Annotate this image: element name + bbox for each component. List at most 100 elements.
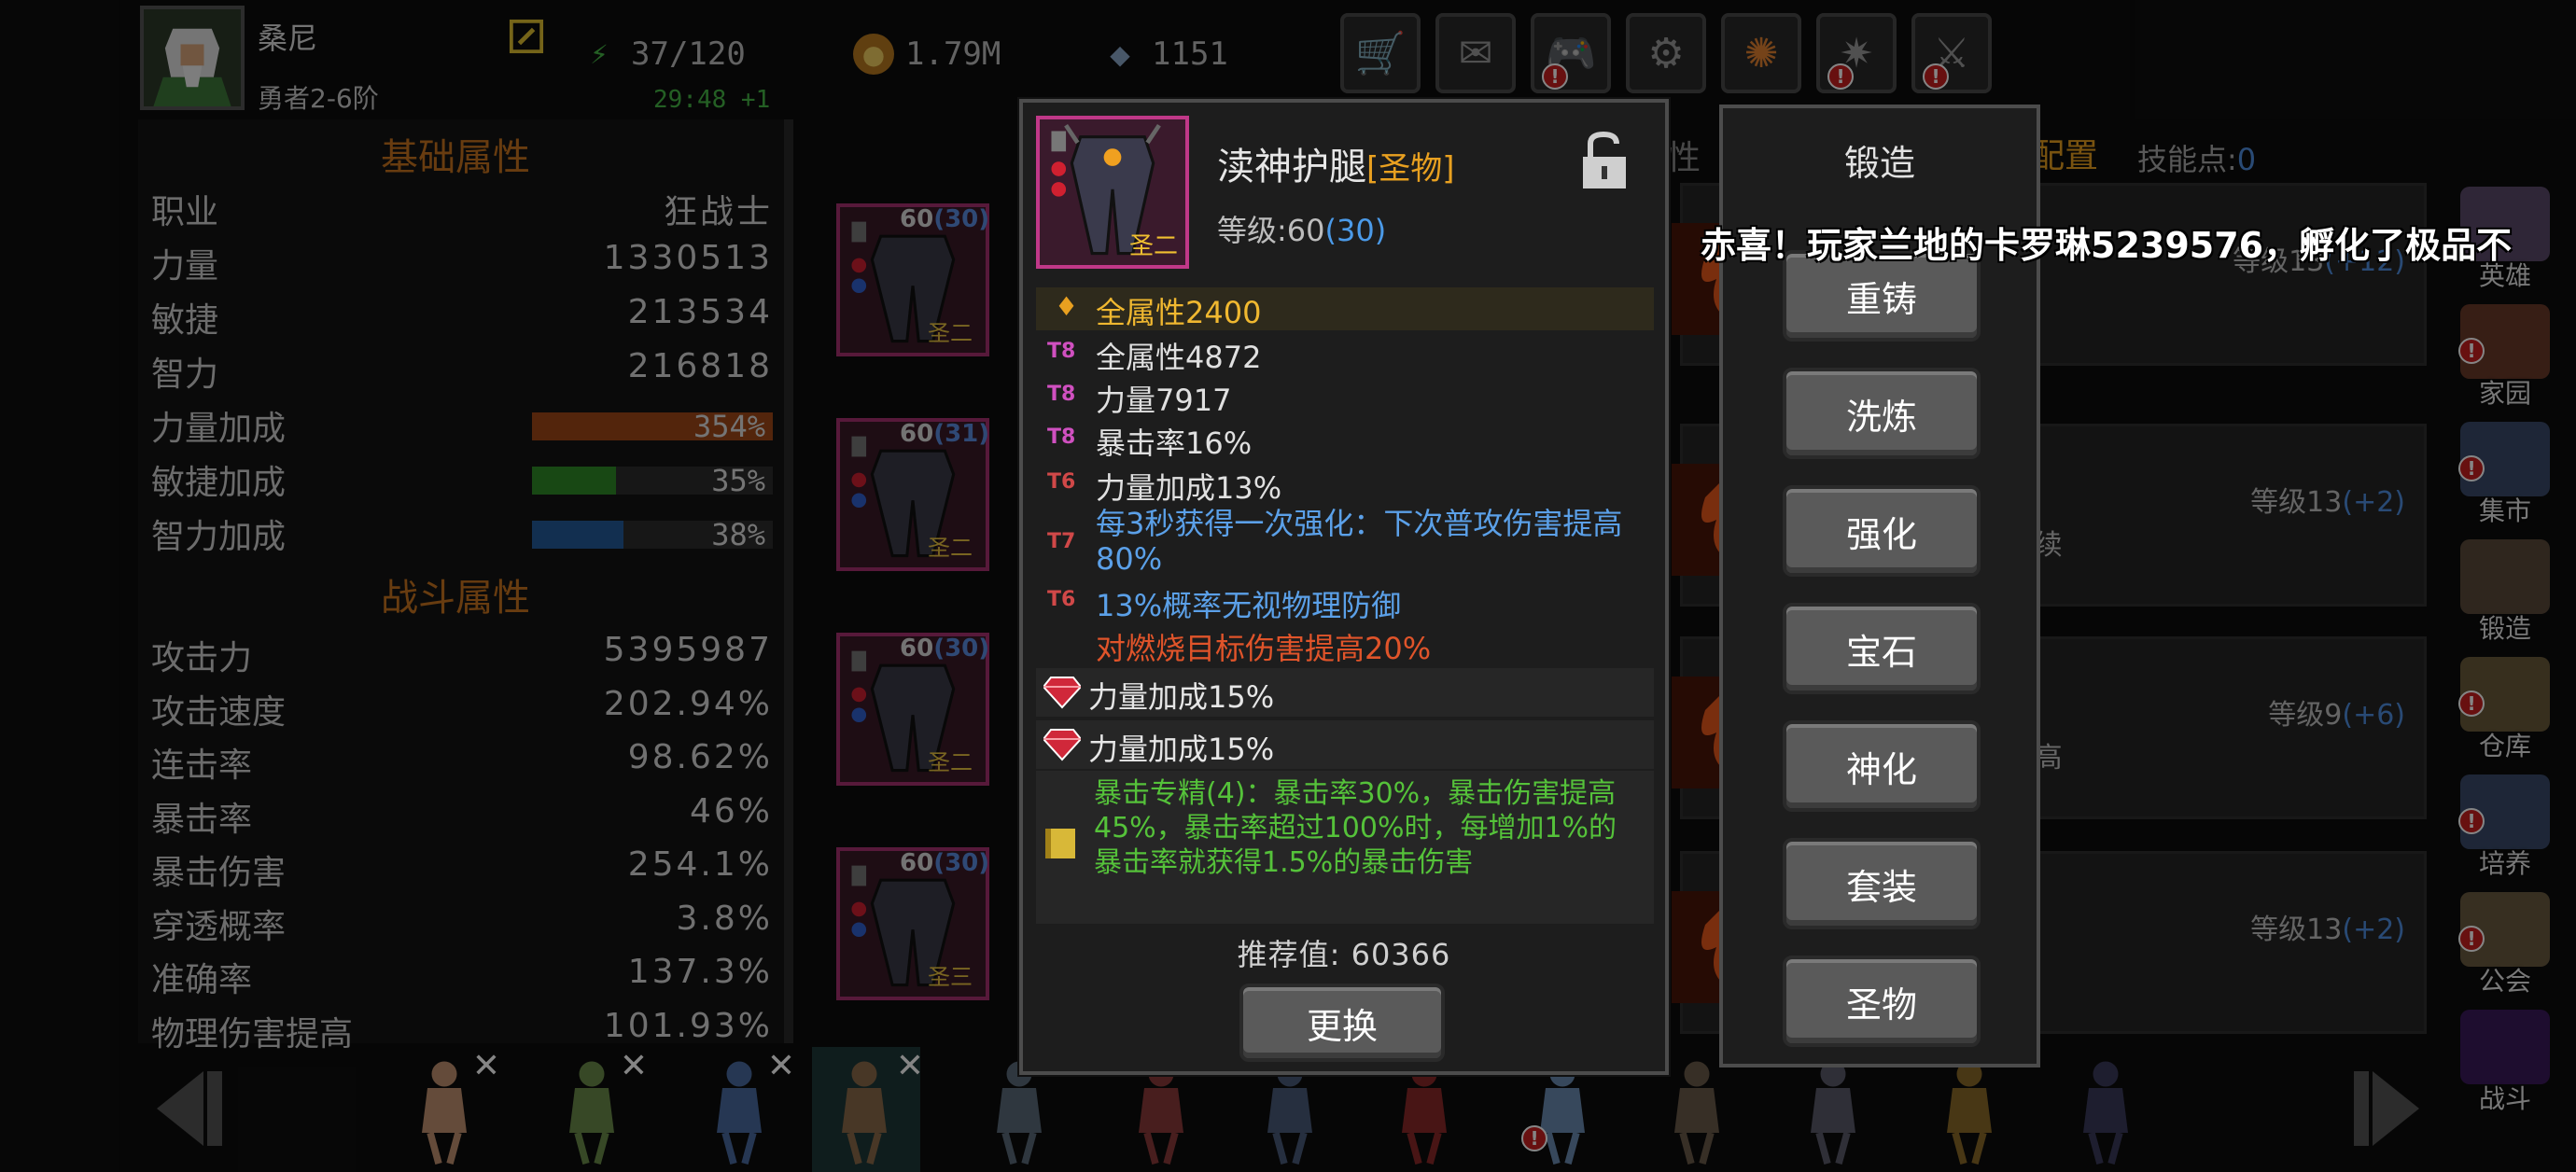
edit-name-icon[interactable]	[509, 19, 544, 54]
forge-deify-button[interactable]: 神化	[1783, 720, 1981, 812]
item-level-label: 等级:	[1217, 213, 1287, 248]
hero-portrait[interactable]	[2053, 1047, 2158, 1172]
cart-icon: 🛒	[1354, 30, 1407, 77]
equipment-slot[interactable]: 60(30) 圣三	[836, 847, 989, 1000]
tab-attributes[interactable]: 性	[1667, 131, 1701, 179]
forge-refine-button[interactable]: 洗炼	[1783, 368, 1981, 459]
stat-value: 狂战士	[663, 193, 773, 231]
combat-stat-value: 46%	[689, 791, 773, 830]
battle-button[interactable]: ⚔!	[1911, 13, 1992, 93]
item-base-level: (30)	[1324, 213, 1387, 248]
settings-button[interactable]: ⚙	[1626, 13, 1706, 93]
combat-stat-label: 穿透概率	[151, 907, 287, 946]
affix-text: 力量7917	[1096, 383, 1232, 418]
lightning-icon: ⚡	[590, 38, 609, 70]
skill-level: 等级9(+6)	[2268, 691, 2405, 732]
gamepad-button[interactable]: 🎮!	[1531, 13, 1611, 93]
affix-tier: T7	[1047, 530, 1076, 553]
bonus-value: 354%	[693, 409, 765, 444]
remove-icon[interactable]: ✕	[896, 1047, 924, 1085]
bonus-bar: 354%	[532, 409, 773, 444]
combat-stat-value: 202.94%	[603, 684, 773, 723]
equipment-slot[interactable]: 60(31) 圣二	[836, 418, 989, 571]
hero-portrait[interactable]: ✕	[392, 1047, 500, 1172]
forge-gem-button[interactable]: 宝石	[1783, 603, 1981, 694]
flame-icon: ♦	[1055, 291, 1079, 322]
stat-row: 力量 1330513	[151, 239, 773, 291]
slot-base-level: (31)	[933, 420, 990, 448]
remove-icon[interactable]: ✕	[767, 1047, 795, 1085]
affix-text: 力量加成13%	[1096, 470, 1282, 506]
bonus-row: 敏捷加成 35%	[151, 455, 773, 508]
main-affix-text: 全属性2400	[1096, 295, 1262, 330]
affix-tier: T8	[1047, 340, 1076, 363]
sidebar-guild[interactable]: 公会!	[2449, 888, 2561, 998]
item-title: 渎神护腿[圣物]	[1217, 136, 1455, 190]
stat-row: 智力 216818	[151, 347, 773, 399]
combat-stat-value: 101.93%	[603, 1006, 773, 1045]
item-tooltip: 圣二 渎神护腿[圣物] 等级:60(30) ♦ 全属性2400 暴击专精(4)：…	[1019, 99, 1669, 1075]
affix-text: 每3秒获得一次强化：下次普攻伤害提高80%	[1096, 506, 1623, 577]
bonus-row: 力量加成 354%	[151, 401, 773, 453]
sidebar-warehouse[interactable]: 仓库!	[2449, 653, 2561, 763]
replace-button[interactable]: 更换	[1239, 984, 1445, 1062]
skill-level-bonus: (+2)	[2342, 914, 2405, 946]
slot-level-value: 60	[900, 205, 934, 233]
stat-row: 职业 狂战士	[151, 185, 773, 237]
forge-set-button[interactable]: 套装	[1783, 838, 1981, 929]
sidebar-home[interactable]: 家园!	[2449, 300, 2561, 411]
set-bonus-box: 暴击专精(4)：暴击率30%，暴击伤害提高45%，暴击率超过100%时，每增加1…	[1036, 771, 1654, 924]
forge-enhance-button[interactable]: 强化	[1783, 485, 1981, 577]
unlock-icon[interactable]	[1579, 131, 1630, 190]
combat-stat-value: 3.8%	[676, 899, 773, 938]
remove-icon[interactable]: ✕	[620, 1047, 648, 1085]
equipment-slot[interactable]: 60(30) 圣二	[836, 633, 989, 786]
stat-value: 216818	[627, 347, 773, 385]
sidebar-cultivate[interactable]: 培养!	[2449, 771, 2561, 881]
gems-value: 1151	[1152, 35, 1228, 73]
mail-icon: ✉	[1458, 29, 1493, 77]
hero-portrait[interactable]: ✕	[812, 1047, 924, 1172]
sidebar-portal[interactable]: 战斗	[2449, 1006, 2561, 1116]
bonus-label: 智力加成	[151, 518, 287, 556]
gold-coin-icon: ●	[853, 34, 894, 75]
combat-stat-label: 准确率	[151, 961, 253, 999]
avatar-portrait-icon	[144, 9, 241, 106]
affix-row: T8 力量7917	[1036, 377, 1654, 418]
slot-level-value: 60	[900, 635, 934, 663]
hero-sprite-icon	[1811, 1061, 1855, 1165]
forge-relic-button[interactable]: 圣物	[1783, 956, 1981, 1047]
sidebar-market[interactable]: 集市!	[2449, 418, 2561, 528]
tab-config[interactable]: 配置	[2031, 129, 2098, 177]
mail-button[interactable]: ✉	[1435, 13, 1516, 93]
aperture-button[interactable]: ✺	[1721, 13, 1801, 93]
hero-portrait[interactable]: ✕	[539, 1047, 648, 1172]
gold-value: 1.79M	[905, 35, 1001, 73]
stats-scrollbar[interactable]	[784, 119, 793, 1043]
stat-value: 213534	[627, 293, 773, 331]
bonus-label: 敏捷加成	[151, 464, 287, 502]
combat-stat-row: 暴击伤害 254.1%	[151, 845, 773, 898]
portal-icon	[2460, 1010, 2550, 1084]
combat-stat-row: 攻击速度 202.94%	[151, 685, 773, 737]
combat-stat-value: 98.62%	[627, 738, 773, 776]
skill-points: 技能点:0	[2137, 136, 2256, 179]
next-page-button[interactable]	[2345, 1062, 2438, 1155]
hero-portrait[interactable]: ✕	[687, 1047, 795, 1172]
equipment-slot[interactable]: 60(30) 圣二	[836, 203, 989, 356]
gem-row: 力量加成15%	[1036, 668, 1654, 717]
energy-value: 37/120	[631, 35, 746, 73]
item-name: 渎神护腿	[1217, 146, 1366, 188]
skill-level: 等级13(+2)	[2250, 906, 2405, 947]
player-avatar[interactable]	[140, 6, 245, 110]
recommend-number: 60366	[1351, 937, 1451, 972]
sidebar-anvil[interactable]: 锻造	[2449, 536, 2561, 646]
affix-tier: T8	[1047, 426, 1076, 449]
alert-badge-icon: !	[1923, 63, 1949, 90]
bonus-value: 35%	[711, 463, 765, 498]
prev-page-button[interactable]	[138, 1062, 231, 1155]
remove-icon[interactable]: ✕	[472, 1047, 500, 1085]
fireworks-button[interactable]: ✷!	[1816, 13, 1897, 93]
shop-button[interactable]: 🛒	[1340, 13, 1421, 93]
slot-level-value: 60	[900, 849, 934, 877]
